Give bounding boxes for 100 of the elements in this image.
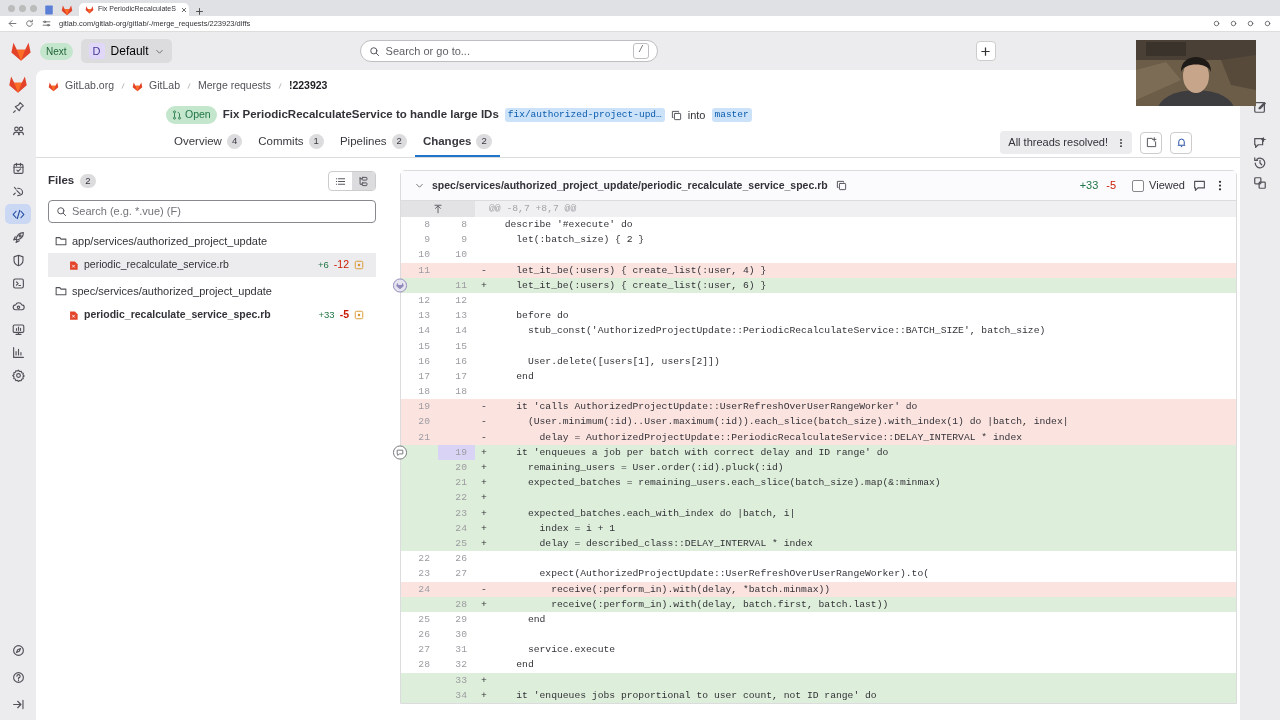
tab-icon[interactable] bbox=[43, 4, 55, 16]
code-icon[interactable] bbox=[5, 204, 31, 224]
folder-item[interactable]: app/services/authorized_project_update bbox=[48, 229, 376, 253]
deletion-sign: - bbox=[481, 431, 487, 443]
code-line: end bbox=[526, 612, 546, 627]
site-settings-icon[interactable] bbox=[42, 19, 51, 28]
file-item[interactable]: periodic_recalculate_service.rb +6 -12 bbox=[48, 253, 376, 277]
back-icon[interactable] bbox=[8, 19, 17, 28]
line-number: 9 bbox=[424, 234, 430, 246]
code-line: let_it_be(:users) { create_list(:user, 6) } bbox=[515, 278, 767, 293]
viewed-checkbox[interactable]: Viewed bbox=[1132, 177, 1185, 194]
code-line: expect(AuthorizedProjectUpdate::UserRefreshOverUserRangeWorker).to( bbox=[538, 567, 929, 582]
gitlab-logo-icon[interactable] bbox=[8, 74, 28, 94]
code-line: end bbox=[515, 658, 534, 673]
breadcrumb-link[interactable]: Merge requests bbox=[197, 78, 271, 94]
hunk-header: @@ -8,7 +8,7 @@ bbox=[489, 201, 577, 216]
line-number: 25 bbox=[455, 537, 467, 549]
new-tab-icon[interactable] bbox=[195, 7, 204, 16]
code-line: delay = described_class::DELAY_INTERVAL * index bbox=[538, 536, 813, 551]
breadcrumb-link[interactable]: GitLab.org bbox=[65, 78, 115, 94]
deletions-count: -5 bbox=[339, 307, 349, 323]
comment-icon[interactable] bbox=[1193, 179, 1206, 192]
line-number: 17 bbox=[455, 370, 467, 382]
edit-icon[interactable] bbox=[1253, 100, 1267, 114]
help-icon[interactable] bbox=[11, 671, 25, 684]
close-icon[interactable] bbox=[179, 5, 188, 14]
line-number: 19 bbox=[418, 401, 430, 413]
target-branch-link[interactable]: master bbox=[711, 107, 752, 123]
copy-icon[interactable] bbox=[835, 180, 847, 191]
line-number: 25 bbox=[418, 613, 430, 625]
tab[interactable]: Pipelines 2 bbox=[331, 128, 415, 157]
merge-icon[interactable] bbox=[1253, 176, 1267, 190]
deletion-sign: - bbox=[481, 401, 487, 413]
tab[interactable]: Overview 4 bbox=[166, 128, 251, 157]
create-new-button[interactable] bbox=[975, 41, 996, 61]
line-number: 13 bbox=[455, 310, 467, 322]
code-line: describe '#execute' do bbox=[503, 218, 633, 232]
reload-icon[interactable] bbox=[25, 19, 34, 28]
tab[interactable]: Commits 1 bbox=[250, 128, 332, 157]
tab-icon[interactable] bbox=[61, 4, 73, 16]
source-branch-link[interactable]: fix/authorized-project-upd… bbox=[504, 107, 665, 123]
into-text: into bbox=[687, 107, 706, 123]
addition-sign: + bbox=[481, 446, 487, 458]
addition-sign: + bbox=[481, 279, 487, 291]
separator-icon bbox=[276, 81, 283, 91]
addition-sign: + bbox=[481, 507, 487, 519]
breadcrumb-link[interactable]: !223923 bbox=[288, 78, 328, 94]
line-number: 10 bbox=[455, 249, 467, 261]
line-number: 15 bbox=[455, 340, 467, 352]
bell-icon bbox=[1175, 137, 1187, 148]
folder-icon bbox=[55, 285, 67, 297]
tab[interactable]: Changes 2 bbox=[414, 128, 500, 157]
code-line: expected_batches = remaining_users.each_slice(batch_size).map(&:minmax) bbox=[526, 476, 941, 491]
line-number: 12 bbox=[418, 294, 430, 306]
line-number: 28 bbox=[418, 659, 430, 671]
line-number: 14 bbox=[455, 325, 467, 337]
compass-icon[interactable] bbox=[11, 644, 25, 657]
gitlab-logo-icon bbox=[48, 80, 59, 92]
line-number: 27 bbox=[418, 644, 430, 656]
line-number: 23 bbox=[418, 568, 430, 580]
add-comment-icon[interactable] bbox=[1253, 136, 1267, 150]
collapse-icon[interactable] bbox=[11, 698, 25, 711]
window-controls bbox=[8, 4, 37, 12]
line-number: 23 bbox=[455, 507, 467, 519]
additions-count: +6 bbox=[317, 257, 329, 272]
expand-up-icon[interactable] bbox=[433, 204, 443, 214]
notifications-button[interactable] bbox=[1170, 131, 1192, 154]
files-title: Files bbox=[48, 173, 75, 189]
comment-icon[interactable] bbox=[392, 444, 408, 460]
add-comment-button[interactable] bbox=[1140, 131, 1162, 154]
line-number: 29 bbox=[455, 613, 467, 625]
search-field[interactable]: Search or go to... / bbox=[359, 40, 658, 62]
file-item[interactable]: periodic_recalculate_service_spec.rb +33 -5 bbox=[48, 303, 376, 327]
code-line: it 'enqueues a job per batch with correct delay and ID range' do bbox=[515, 445, 889, 460]
line-number: 33 bbox=[455, 674, 467, 686]
code-line: User.delete([users[1], users[2]]) bbox=[526, 354, 720, 369]
breadcrumb-link[interactable]: GitLab bbox=[149, 78, 180, 94]
code-line: stub_const('AuthorizedProjectUpdate::PeriodicRecalculateService::BATCH_SIZE', batch_size) bbox=[526, 324, 1046, 339]
organization-button[interactable]: D Default bbox=[80, 39, 172, 63]
addition-sign: + bbox=[481, 537, 487, 549]
copy-icon[interactable] bbox=[670, 109, 682, 121]
file-search-field[interactable]: Search (e.g. *.vue) (F) bbox=[48, 200, 376, 223]
gitlab-logo-icon[interactable] bbox=[10, 40, 32, 62]
history-icon[interactable] bbox=[1253, 156, 1267, 170]
addition-sign: + bbox=[481, 689, 487, 701]
code-line: let_it_be(:users) { create_list(:user, 4) } bbox=[515, 263, 767, 278]
code-line: (User.minimum(:id)..User.maximum(:id)).each_slice(batch_size).with_index(1) do |batch, index| bbox=[526, 415, 1069, 430]
code-line: it 'enqueues jobs proportional to user count, not ID range' do bbox=[515, 688, 877, 703]
folder-item[interactable]: spec/services/authorized_project_update bbox=[48, 279, 376, 303]
line-number: 18 bbox=[418, 386, 430, 398]
line-number: 19 bbox=[455, 446, 467, 458]
code-line: receive(:perform_in).with(delay, batch.first, batch.last)) bbox=[550, 597, 889, 612]
line-number: 9 bbox=[461, 234, 467, 246]
line-number: 11 bbox=[455, 279, 467, 291]
avatar-icon[interactable] bbox=[392, 277, 408, 293]
tree-view-icon[interactable] bbox=[352, 172, 375, 190]
deletion-sign: - bbox=[481, 583, 487, 595]
line-number: 11 bbox=[418, 264, 430, 276]
line-number: 16 bbox=[455, 355, 467, 367]
code-line: remaining_users = User.order(:id).pluck(:id) bbox=[526, 461, 784, 475]
